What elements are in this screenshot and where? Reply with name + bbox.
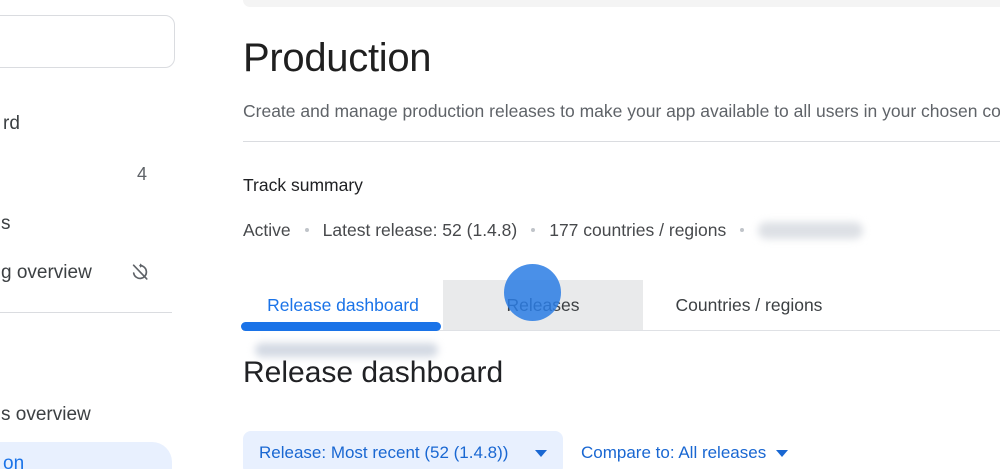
track-countries: 177 countries / regions [549, 219, 727, 240]
cursor-click-indicator [504, 264, 561, 321]
page-subtitle: Create and manage production releases to… [243, 101, 1000, 121]
compare-selector-label: Compare to: All releases [581, 443, 767, 462]
sidebar-item-publishing-overview[interactable]: g overview [1, 262, 92, 284]
sidebar-item-production-selected[interactable]: on [0, 442, 172, 469]
track-status-active: Active [243, 219, 291, 240]
release-selector-label: Release: Most recent (52 (1.4.8)) [259, 443, 509, 462]
tab-release-dashboard-label: Release dashboard [267, 294, 419, 315]
sidebar-item-production-label: on [3, 453, 25, 469]
track-summary-heading: Track summary [243, 175, 363, 195]
filter-row: Release: Most recent (52 (1.4.8)) Compar… [243, 431, 798, 469]
compare-selector-dropdown[interactable]: Compare to: All releases [571, 431, 798, 469]
dot-separator [531, 228, 536, 232]
tab-countries-regions[interactable]: Countries / regions [643, 280, 855, 330]
track-summary-status-row: Active Latest release: 52 (1.4.8) 177 co… [243, 219, 864, 241]
tab-countries-regions-label: Countries / regions [675, 294, 823, 315]
redacted-blur [758, 221, 864, 239]
sidebar-item-statistics[interactable]: s [1, 213, 11, 235]
release-selector-dropdown[interactable]: Release: Most recent (52 (1.4.8)) [243, 431, 563, 469]
header-bar-edge [243, 0, 1000, 7]
dot-separator [304, 228, 309, 232]
search-input[interactable] [0, 15, 175, 68]
sidebar-item-inbox-badge[interactable]: 4 [137, 164, 147, 185]
sidebar-item-releases-overview[interactable]: s overview [1, 404, 91, 426]
release-dashboard-heading: Release dashboard [243, 356, 504, 389]
sidebar-divider [0, 312, 172, 313]
track-latest-release: Latest release: 52 (1.4.8) [322, 219, 518, 240]
tab-release-dashboard[interactable]: Release dashboard [241, 280, 443, 331]
chevron-down-icon [535, 449, 547, 457]
active-tab-underline [241, 322, 441, 331]
sidebar-item-dashboard[interactable]: rd [3, 113, 20, 135]
publishing-paused-icon [129, 261, 151, 283]
sidebar: rd 4 s g overview s overview on [0, 0, 240, 469]
redacted-blur [255, 343, 438, 357]
chevron-down-icon [776, 449, 789, 457]
header-divider [243, 141, 1000, 142]
page-title: Production [243, 36, 432, 80]
dot-separator [740, 228, 745, 232]
tab-bar: Release dashboard Releases Countries / r… [241, 280, 1000, 331]
